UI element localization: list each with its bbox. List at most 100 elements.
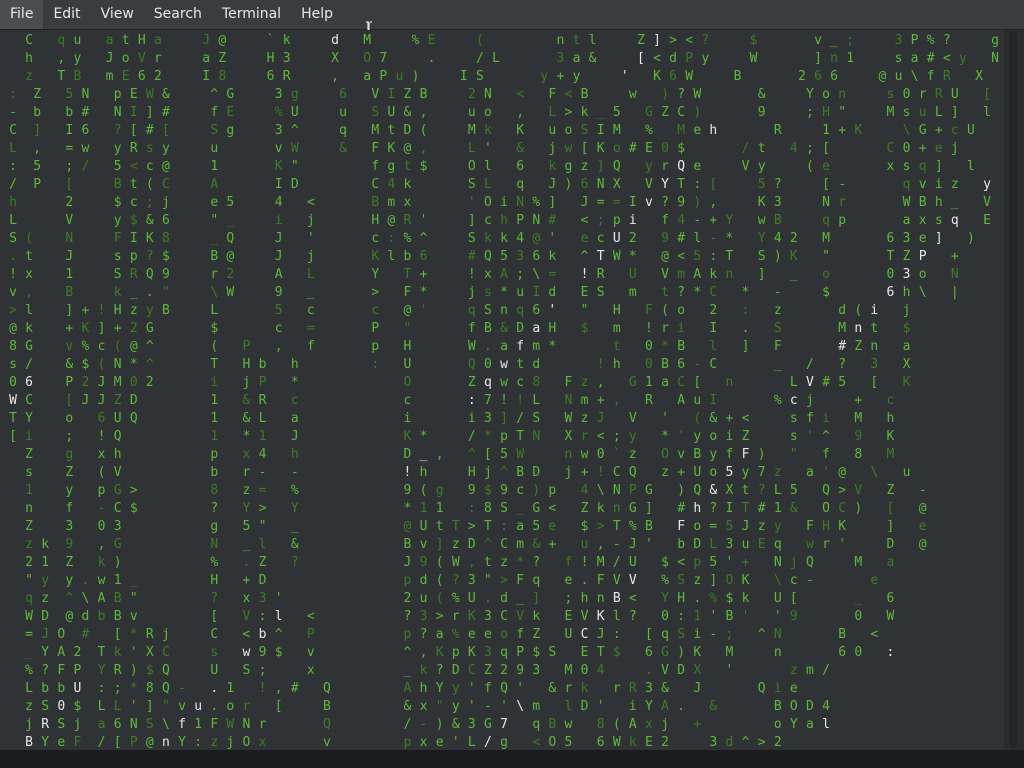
rain-glyph: j [950, 141, 959, 156]
scrollbar-thumb[interactable] [1009, 32, 1017, 748]
rain-glyph: P [73, 663, 82, 678]
rain-glyph: P [918, 249, 927, 264]
rain-glyph: _ [950, 195, 959, 210]
rain-glyph: n [25, 501, 33, 516]
rain-glyph: k [403, 177, 412, 192]
terminal-output[interactable]: Cq u a t Ha J @ ` k d M% E(n t l Z] > <? $ v _; 3 P%? g h, y Jo Vr… [4, 32, 1000, 750]
rain-glyph: G [145, 321, 154, 336]
rain-glyph: $ [274, 645, 283, 660]
rain-glyph: ' [596, 699, 605, 714]
rain-glyph: Z [741, 429, 750, 444]
rain-glyph: & [789, 501, 798, 516]
rain-glyph: ^ [419, 231, 428, 246]
rain-glyph: ' [661, 411, 669, 426]
rain-glyph: U [950, 87, 959, 102]
rain-glyph: Q [162, 663, 170, 678]
rain-glyph: Z [33, 87, 42, 102]
rain-glyph: t [612, 339, 621, 354]
rain-glyph: 5 [226, 195, 235, 210]
rain-glyph: H [612, 303, 621, 318]
rain-glyph: @ [226, 249, 235, 264]
rain-glyph: ] [950, 105, 959, 120]
rain-glyph: V [628, 411, 637, 426]
scrollbar[interactable] [1004, 30, 1024, 750]
rain-glyph: / [806, 357, 814, 372]
rain-glyph: W [290, 141, 299, 156]
rain-glyph: U [210, 663, 219, 678]
rain-glyph: ] [741, 339, 750, 354]
menu-file[interactable]: File [0, 0, 44, 29]
rain-glyph: Z [65, 465, 74, 480]
rain-glyph: L [258, 411, 267, 426]
rain-glyph: B [162, 303, 170, 318]
rain-glyph: p [210, 447, 219, 462]
rain-glyph: Y [725, 213, 734, 228]
rain-glyph: ( [475, 33, 484, 48]
rain-glyph: = [258, 483, 267, 498]
rain-glyph: i [403, 411, 412, 426]
rain-glyph: n [773, 645, 782, 660]
rain-glyph: 1 [41, 555, 50, 570]
rain-glyph: E [427, 33, 436, 48]
menu-search[interactable]: Search [144, 0, 212, 29]
rain-glyph: < [306, 195, 315, 210]
rain-glyph: > [371, 285, 380, 300]
menu-view[interactable]: View [91, 0, 144, 29]
menu-help[interactable]: Help [291, 0, 343, 29]
rain-glyph: 9 [65, 537, 74, 552]
rain-glyph: ] [548, 195, 557, 210]
rain-glyph: ' [419, 213, 428, 228]
rain-glyph: [ [210, 609, 219, 624]
rain-glyph: E [226, 105, 235, 120]
rain-glyph: J [693, 681, 702, 696]
rain-glyph: , [516, 105, 525, 120]
rain-glyph: K [838, 519, 847, 534]
rain-glyph: _ [854, 591, 863, 606]
rain-glyph: R [645, 393, 653, 408]
rain-glyph: < [628, 591, 637, 606]
rain-glyph: ? [942, 33, 951, 48]
rain-glyph: Q [628, 465, 637, 480]
rain-glyph: 6 [516, 159, 525, 174]
rain-glyph: x [258, 735, 267, 750]
rain-glyph: 8 [210, 483, 219, 498]
rain-glyph: 1 [210, 411, 219, 426]
rain-glyph: Q [129, 411, 138, 426]
rain-glyph: R [258, 393, 267, 408]
rain-glyph: # [81, 105, 90, 120]
rain-glyph: " [403, 321, 412, 336]
rain-glyph: " [129, 591, 138, 606]
terminal-window[interactable]: Cq u a t Ha J @ ` k d M% E(n t l Z] > <? $ v _; 3 P%? g h, y Jo Vr… [0, 30, 1024, 768]
rain-glyph: e [918, 519, 927, 534]
rain-glyph: : [886, 645, 895, 660]
rain-glyph: l [822, 717, 830, 732]
rain-glyph: 1 [210, 393, 219, 408]
rain-glyph: r [242, 699, 251, 714]
rain-glyph: + [693, 717, 702, 732]
rain-glyph: L [210, 303, 219, 318]
rain-glyph: b [210, 465, 219, 480]
rain-glyph: g [435, 483, 444, 498]
rain-glyph: j [73, 717, 82, 732]
rain-glyph: 3 [65, 519, 74, 534]
rain-glyph: W [516, 447, 525, 462]
rain-glyph: 3 [113, 519, 122, 534]
rain-glyph: N [532, 429, 541, 444]
rain-glyph: g [210, 519, 219, 534]
rain-glyph: j [902, 303, 911, 318]
rain-glyph: * [419, 429, 428, 444]
rain-glyph: ? [773, 177, 782, 192]
rain-glyph: 9 [789, 609, 798, 624]
rain-glyph: V [113, 465, 122, 480]
rain-glyph: B [580, 87, 589, 102]
rain-glyph: R [282, 69, 291, 84]
rain-glyph: < [741, 411, 750, 426]
rain-glyph: V [65, 213, 74, 228]
rain-glyph: | [950, 285, 959, 300]
rain-glyph: y [983, 177, 991, 192]
menu-terminal[interactable]: Terminal [212, 0, 291, 29]
rain-glyph: > [258, 501, 267, 516]
menu-edit[interactable]: Edit [43, 0, 90, 29]
rain-glyph: [ [822, 141, 830, 156]
rain-glyph: L [492, 51, 500, 66]
